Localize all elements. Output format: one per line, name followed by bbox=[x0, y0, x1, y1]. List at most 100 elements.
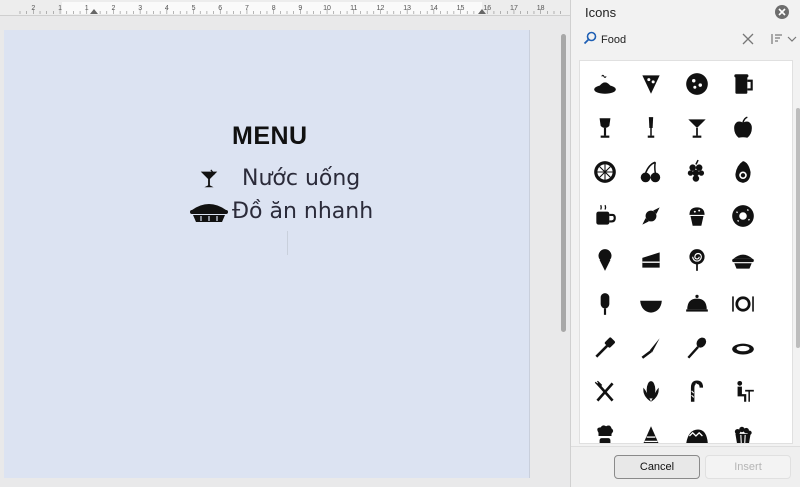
knife-icon bbox=[641, 338, 660, 359]
icon-option-cherries[interactable] bbox=[634, 155, 668, 189]
donut-icon bbox=[732, 205, 754, 227]
ruler-number: 4 bbox=[165, 5, 169, 12]
cocktail-icon[interactable] bbox=[198, 168, 220, 190]
pie-icon[interactable] bbox=[188, 198, 230, 224]
icon-option-plate[interactable] bbox=[726, 331, 760, 365]
panel-footer: Cancel Insert bbox=[571, 446, 800, 487]
icon-option-spatula[interactable] bbox=[588, 331, 622, 365]
icon-option-citrus-slice[interactable] bbox=[588, 155, 622, 189]
pizza-icon bbox=[686, 73, 708, 95]
icon-option-chef[interactable] bbox=[588, 419, 622, 443]
sort-icon[interactable] bbox=[769, 32, 783, 46]
menu-title[interactable]: MENU bbox=[232, 122, 308, 151]
icon-option-spoon[interactable] bbox=[680, 331, 714, 365]
text-cursor bbox=[287, 231, 288, 255]
icon-option-apple[interactable] bbox=[726, 111, 760, 145]
plate-icon bbox=[732, 343, 754, 355]
icon-option-taco[interactable] bbox=[680, 419, 714, 443]
place-setting-icon bbox=[732, 296, 754, 312]
search-icon bbox=[583, 31, 597, 45]
icon-grid-container[interactable] bbox=[579, 60, 793, 444]
icon-option-pizza[interactable] bbox=[680, 67, 714, 101]
cloche-icon bbox=[686, 294, 708, 312]
icon-option-corn[interactable] bbox=[634, 375, 668, 409]
bowl-icon bbox=[640, 300, 662, 313]
icon-option-ice-cream-cone[interactable] bbox=[588, 243, 622, 277]
icon-option-bowl[interactable] bbox=[634, 287, 668, 321]
avocado-icon bbox=[735, 161, 751, 183]
ruler-number: 2 bbox=[31, 5, 35, 12]
search-bar bbox=[581, 28, 797, 52]
icon-option-avocado[interactable] bbox=[726, 155, 760, 189]
candy-cane-icon bbox=[690, 380, 704, 402]
icon-option-popcorn[interactable] bbox=[726, 419, 760, 443]
icon-option-pizza-slice[interactable] bbox=[634, 67, 668, 101]
cupcake-icon bbox=[689, 207, 705, 226]
ruler-number: 15 bbox=[457, 5, 465, 12]
spoon-icon bbox=[687, 337, 707, 359]
document-area: 2 1 1 2 3 4 5 6 7 8 9 10 11 12 13 14 15 16 17 18 MENU Nước … bbox=[0, 0, 570, 487]
icon-option-wine-glass[interactable] bbox=[588, 111, 622, 145]
icon-option-candy-cane[interactable] bbox=[680, 375, 714, 409]
icon-option-beer-mug[interactable] bbox=[726, 67, 760, 101]
grapes-icon bbox=[687, 159, 705, 182]
ruler-number: 16 bbox=[483, 5, 491, 12]
apple-icon bbox=[734, 116, 752, 138]
pie-icon bbox=[732, 254, 754, 269]
document-scrollbar[interactable] bbox=[558, 20, 568, 487]
wine-glass-icon bbox=[599, 118, 611, 138]
icon-option-fork-knife[interactable] bbox=[588, 375, 622, 409]
icon-option-candy[interactable] bbox=[634, 199, 668, 233]
menu-line-fastfood[interactable]: Đồ ăn nhanh bbox=[188, 198, 373, 224]
document-scrollbar-thumb[interactable] bbox=[561, 34, 566, 332]
cake-slice-icon bbox=[642, 252, 660, 268]
ruler-number: 11 bbox=[350, 5, 357, 12]
fork-knife-icon bbox=[594, 380, 614, 402]
icon-option-martini-glass[interactable] bbox=[680, 111, 714, 145]
beer-mug-icon bbox=[734, 74, 753, 94]
ruler-number: 2 bbox=[111, 5, 115, 12]
icon-option-knife[interactable] bbox=[634, 331, 668, 365]
clear-search-icon[interactable] bbox=[741, 32, 755, 46]
corn-icon bbox=[643, 381, 659, 402]
menu-line-drinks[interactable]: Nước uống bbox=[198, 166, 360, 191]
icon-option-lollipop[interactable] bbox=[680, 243, 714, 277]
popsicle-icon bbox=[600, 293, 610, 315]
insert-button[interactable]: Insert bbox=[705, 455, 791, 479]
icon-option-dining-person[interactable] bbox=[726, 375, 760, 409]
champagne-flute-icon bbox=[647, 117, 655, 138]
app-window: 2 1 1 2 3 4 5 6 7 8 9 10 11 12 13 14 15 16 17 18 MENU Nước … bbox=[0, 0, 800, 487]
icon-option-cupcake[interactable] bbox=[680, 199, 714, 233]
close-icon[interactable] bbox=[774, 4, 790, 20]
panel-title: Icons bbox=[585, 5, 617, 20]
ruler[interactable]: 2 1 1 2 3 4 5 6 7 8 9 10 11 12 13 14 15 16 17 18 bbox=[0, 0, 570, 16]
ruler-number: 1 bbox=[85, 5, 89, 12]
icon-option-coffee-mug[interactable] bbox=[588, 199, 622, 233]
panel-scrollbar-thumb[interactable] bbox=[796, 108, 800, 348]
icon-option-grapes[interactable] bbox=[680, 155, 714, 189]
icon-option-donut[interactable] bbox=[726, 199, 760, 233]
panel-scrollbar[interactable] bbox=[795, 60, 800, 444]
ruler-number: 8 bbox=[272, 5, 276, 12]
icon-option-champagne-flute[interactable] bbox=[634, 111, 668, 145]
menu-line-text: Đồ ăn nhanh bbox=[232, 198, 374, 224]
icon-option-place-setting[interactable] bbox=[726, 287, 760, 321]
icon-option-layer-cake[interactable] bbox=[634, 419, 668, 443]
search-input[interactable] bbox=[601, 31, 731, 49]
ruler-number: 17 bbox=[510, 5, 518, 12]
icon-option-cloche[interactable] bbox=[680, 287, 714, 321]
icon-option-cake-slice[interactable] bbox=[634, 243, 668, 277]
taco-icon bbox=[686, 429, 708, 443]
chevron-down-icon[interactable] bbox=[787, 34, 797, 44]
ruler-number: 18 bbox=[537, 5, 545, 12]
candy-icon bbox=[642, 207, 660, 225]
cancel-button[interactable]: Cancel bbox=[614, 455, 700, 479]
icon-option-pie[interactable] bbox=[726, 243, 760, 277]
ruler-number: 3 bbox=[138, 5, 142, 12]
ruler-number: 7 bbox=[245, 5, 249, 12]
icon-option-pasta-plate[interactable] bbox=[588, 67, 622, 101]
document-page[interactable]: MENU Nước uống Đồ ăn nhanh bbox=[4, 30, 530, 478]
chef-icon bbox=[597, 425, 614, 443]
popcorn-icon bbox=[734, 426, 752, 443]
icon-option-popsicle[interactable] bbox=[588, 287, 622, 321]
